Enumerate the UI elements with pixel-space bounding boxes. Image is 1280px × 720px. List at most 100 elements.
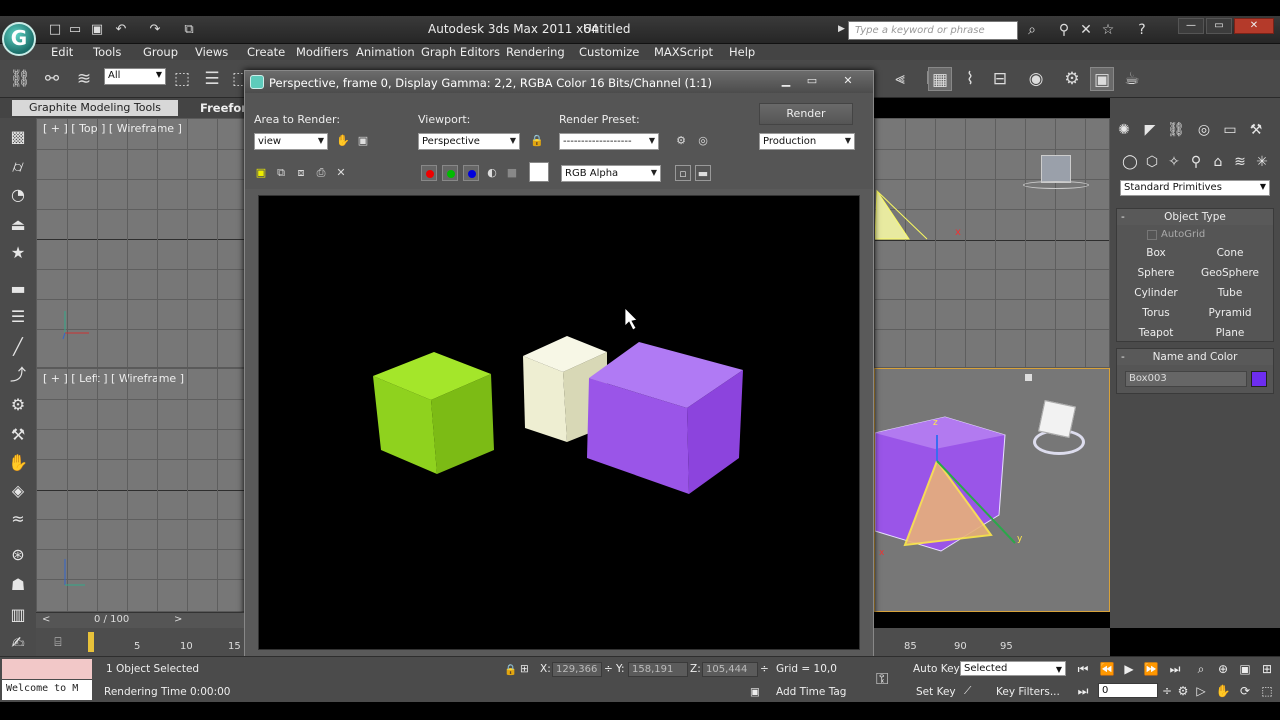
search-expand-icon[interactable]: ▶ — [838, 24, 845, 34]
blue-channel-toggle[interactable] — [463, 165, 479, 181]
menu-rendering[interactable]: Rendering — [506, 45, 565, 59]
teapot-button[interactable]: Teapot — [1121, 325, 1191, 342]
menu-customize[interactable]: Customize — [579, 45, 639, 59]
clone-window-icon[interactable]: ⧈ — [293, 165, 309, 181]
render-preset-dropdown[interactable]: ------------------- ▼ — [559, 133, 659, 150]
zoom-all-icon[interactable]: ⊕ — [1214, 661, 1232, 677]
current-frame-field[interactable]: 0 — [1098, 683, 1158, 698]
play-icon[interactable]: ▶ — [1120, 661, 1138, 677]
tangent-icon[interactable]: ⟋ — [964, 685, 971, 698]
bend-tool-icon[interactable]: ⤴ — [7, 364, 29, 386]
x-spinner-icon[interactable]: ÷ — [604, 663, 613, 675]
object-color-swatch[interactable] — [1251, 371, 1267, 387]
key-mode-toggle-icon[interactable]: ⏭ — [1074, 683, 1092, 699]
sphere-tool-icon[interactable]: ◔ — [7, 184, 29, 206]
maximize-icon[interactable]: ▭ — [801, 73, 823, 88]
z-coordinate-field[interactable]: 105,444 — [702, 662, 758, 677]
render-setup-icon[interactable]: ⚙ — [1060, 67, 1084, 91]
menu-animation[interactable]: Animation — [356, 45, 415, 59]
track-bar-right[interactable]: 85 90 95 — [874, 628, 1110, 656]
display-tab-icon[interactable]: ▭ — [1220, 120, 1240, 140]
viewcube-icon[interactable] — [1041, 155, 1071, 183]
tab-graphite-modeling-tools[interactable]: Graphite Modeling Tools — [12, 100, 178, 116]
geometry-icon[interactable]: ◯ — [1120, 152, 1140, 172]
open-file-icon[interactable]: ▭ — [66, 21, 84, 39]
systems-icon[interactable]: ✳ — [1252, 152, 1272, 172]
x-coordinate-field[interactable]: 129,366 — [552, 662, 602, 677]
help-icon[interactable]: ? — [1132, 20, 1152, 40]
alpha-channel-icon[interactable]: ◐ — [484, 165, 500, 181]
cylinder-tool-icon[interactable]: ⌭ — [7, 156, 29, 178]
slider-prev-icon[interactable]: < — [42, 614, 50, 625]
torus-button[interactable]: Torus — [1121, 305, 1191, 322]
helpers-icon[interactable]: ⌂ — [1208, 152, 1228, 172]
menu-edit[interactable]: Edit — [51, 45, 73, 59]
graphite-toggle-icon[interactable]: ▦ — [928, 67, 952, 91]
cylinder-button[interactable]: Cylinder — [1121, 285, 1191, 302]
channel-dropdown[interactable]: RGB Alpha ▼ — [561, 165, 661, 182]
viewport-dropdown[interactable]: Perspective ▼ — [418, 133, 520, 150]
orbit-icon[interactable]: ⟳ — [1236, 683, 1254, 699]
utilities-tab-icon[interactable]: ⚒ — [1246, 120, 1266, 140]
slider-next-icon[interactable]: > — [174, 614, 182, 625]
time-marker[interactable] — [88, 632, 94, 652]
green-channel-toggle[interactable] — [442, 165, 458, 181]
minimize-icon[interactable]: ▁ — [775, 73, 797, 88]
unlink-icon[interactable]: ⚯ — [40, 67, 64, 91]
production-dropdown[interactable]: Production ▼ — [759, 133, 855, 150]
align-icon[interactable]: ⫷ — [888, 67, 912, 91]
color-swatch[interactable] — [529, 162, 549, 182]
environment-icon[interactable]: ◎ — [695, 133, 711, 149]
gear-icon[interactable]: ⚙ — [7, 394, 29, 416]
select-by-name-icon[interactable]: ☰ — [200, 67, 224, 91]
area-to-render-dropdown[interactable]: view ▼ — [254, 133, 328, 150]
field-of-view-icon[interactable]: ▷ — [1192, 683, 1210, 699]
select-object-icon[interactable]: ⬚ — [170, 67, 194, 91]
go-to-start-icon[interactable]: ⏮ — [1074, 661, 1092, 677]
wave-tool-icon[interactable]: ≈ — [7, 508, 29, 530]
key-search-icon[interactable]: ⚲ — [1054, 20, 1074, 40]
torus-knot-icon[interactable]: ⊛ — [7, 544, 29, 566]
undo-icon[interactable]: ↶ — [112, 21, 130, 39]
hand-tool-icon[interactable]: ✋ — [7, 452, 29, 474]
hand-paint-icon[interactable]: ✍ — [7, 632, 29, 654]
z-spinner-icon[interactable]: ÷ — [760, 663, 769, 675]
box-button[interactable]: Box — [1121, 245, 1191, 262]
motion-tab-icon[interactable]: ◎ — [1194, 120, 1214, 140]
toggle-ui-icon[interactable]: ▬ — [695, 165, 711, 181]
welcome-prompt[interactable]: Welcome to M — [2, 680, 92, 700]
shapes-icon[interactable]: ⬡ — [1142, 152, 1162, 172]
sun-icon[interactable]: ✺ — [1114, 120, 1134, 140]
cloth-tool-icon[interactable]: ◈ — [7, 480, 29, 502]
cameras-icon[interactable]: ⚲ — [1186, 152, 1206, 172]
render-production-icon[interactable]: ☕ — [1120, 67, 1144, 91]
cone-button[interactable]: Cone — [1195, 245, 1265, 262]
selection-filter-dropdown[interactable]: All ▼ — [104, 68, 166, 85]
star-tool-icon[interactable]: ★ — [7, 242, 29, 264]
add-time-tag-button[interactable]: Add Time Tag — [776, 686, 846, 698]
space-warps-icon[interactable]: ≋ — [1230, 152, 1250, 172]
copy-image-icon[interactable]: ⧉ — [273, 165, 289, 181]
hierarchy-tab-icon[interactable]: ⛓ — [1166, 120, 1186, 140]
left-viewport-label[interactable]: [ + ] [ Left ] [ Wireframe ] — [43, 372, 184, 385]
box-shape-icon[interactable]: ▥ — [7, 604, 29, 626]
render-button[interactable]: Render — [759, 103, 853, 125]
key-icon[interactable]: ⚿ — [876, 669, 888, 689]
autogrid-checkbox[interactable] — [1147, 230, 1157, 240]
schematic-view-icon[interactable]: ⊟ — [988, 67, 1012, 91]
maximize-viewport-icon[interactable]: ⬚ — [1258, 683, 1276, 699]
tube-button[interactable]: Tube — [1195, 285, 1265, 302]
menu-group[interactable]: Group — [143, 45, 178, 59]
new-file-icon[interactable]: □ — [46, 21, 64, 39]
track-bar-left[interactable]: ⌸ 5 10 15 — [36, 628, 244, 656]
cone-tool-icon[interactable]: ⏏ — [7, 214, 29, 236]
line-tool-icon[interactable]: ╱ — [7, 336, 29, 358]
key-filters-button[interactable]: Key Filters... — [996, 686, 1060, 698]
previous-frame-icon[interactable]: ⏪ — [1098, 661, 1116, 677]
box-tool-icon[interactable]: ▩ — [7, 126, 29, 148]
menu-modifiers[interactable]: Modifiers — [296, 45, 349, 59]
plane-tool-icon[interactable]: ▬ — [7, 278, 29, 300]
set-key-button[interactable]: Set Key — [916, 686, 956, 698]
figure-tool-icon[interactable]: ☗ — [7, 574, 29, 596]
pyramid-button[interactable]: Pyramid — [1195, 305, 1265, 322]
